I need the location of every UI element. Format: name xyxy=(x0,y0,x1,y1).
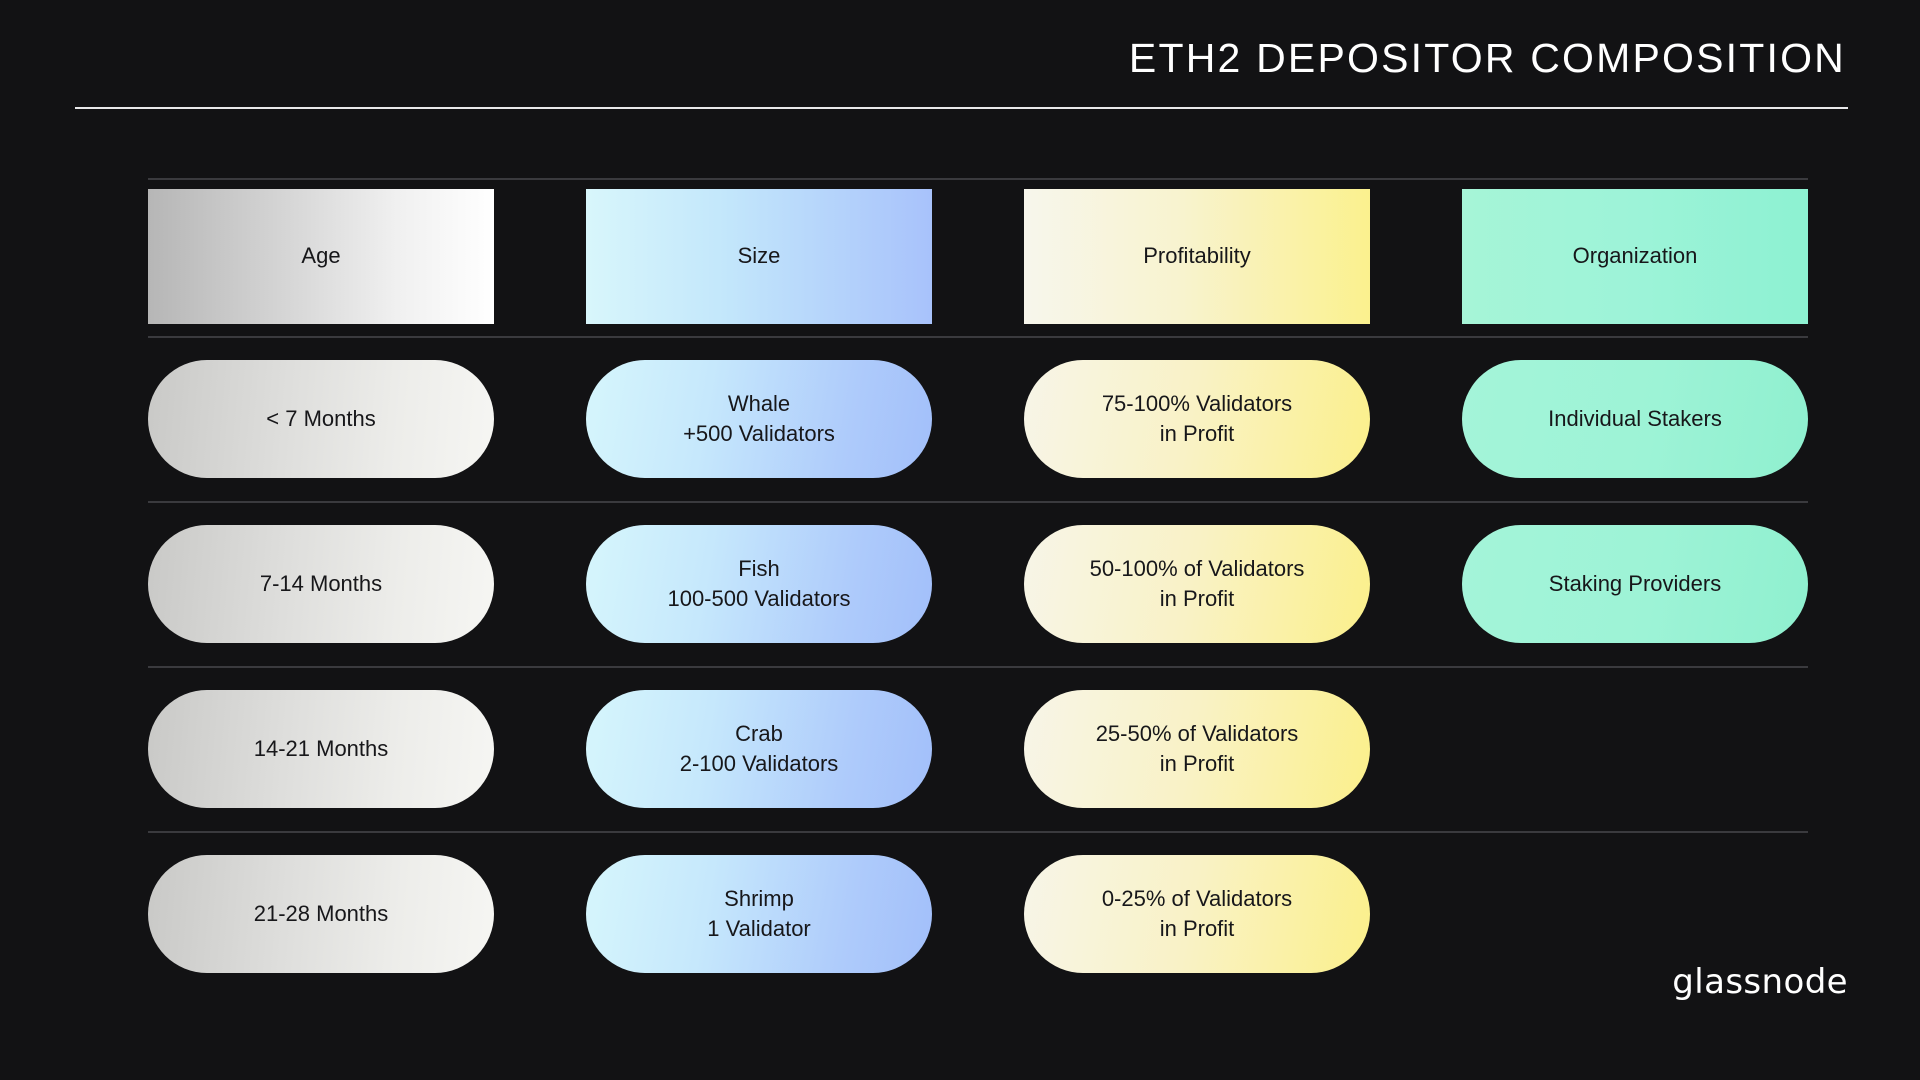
pill-size-2[interactable]: Fish 100-500 Validators xyxy=(586,524,932,643)
cell-size-2: Fish 100-500 Validators xyxy=(586,501,932,666)
cell-age-2: 7-14 Months xyxy=(148,501,494,666)
table-row: < 7 Months Whale +500 Validators 75-100%… xyxy=(148,336,1808,501)
pill-organization-1[interactable]: Individual Stakers xyxy=(1462,359,1808,478)
pill-line: in Profit xyxy=(1159,420,1235,446)
pill-age-3[interactable]: 14-21 Months xyxy=(148,689,494,808)
title-divider xyxy=(75,107,1848,109)
pill-line: +500 Validators xyxy=(683,420,835,446)
pill-line: Fish xyxy=(738,556,780,582)
pill-profitability-1[interactable]: 75-100% Validators in Profit xyxy=(1024,359,1370,478)
pill-line: < 7 Months xyxy=(266,405,376,431)
header-cell-age: Age xyxy=(148,178,494,336)
row-divider xyxy=(148,501,1808,503)
title-block: ETH2 DEPOSITOR COMPOSITION xyxy=(75,38,1848,109)
pill-organization-2[interactable]: Staking Providers xyxy=(1462,524,1808,643)
pill-profitability-2[interactable]: 50-100% of Validators in Profit xyxy=(1024,524,1370,643)
cell-size-1: Whale +500 Validators xyxy=(586,336,932,501)
cell-organization-1: Individual Stakers xyxy=(1462,336,1808,501)
pill-size-3[interactable]: Crab 2-100 Validators xyxy=(586,689,932,808)
pill-line: Whale xyxy=(727,391,791,417)
header-cell-organization: Organization xyxy=(1462,178,1808,336)
pill-line: Shrimp xyxy=(724,886,794,912)
cell-size-3: Crab 2-100 Validators xyxy=(586,666,932,831)
cell-organization-3 xyxy=(1462,666,1808,831)
pill-age-1[interactable]: < 7 Months xyxy=(148,359,494,478)
pill-line: in Profit xyxy=(1159,915,1235,941)
category-header-age[interactable]: Age xyxy=(148,189,494,324)
cell-profitability-3: 25-50% of Validators in Profit xyxy=(1024,666,1370,831)
row-divider xyxy=(148,336,1808,338)
pill-line: 7-14 Months xyxy=(259,570,383,596)
table-row: 7-14 Months Fish 100-500 Validators 50-1… xyxy=(148,501,1808,666)
pill-organization-4-empty xyxy=(1462,855,1808,973)
row-divider xyxy=(148,178,1808,180)
header-cell-profitability: Profitability xyxy=(1024,178,1370,336)
category-header-size[interactable]: Size xyxy=(586,189,932,324)
page-title: ETH2 DEPOSITOR COMPOSITION xyxy=(1128,35,1846,81)
pill-profitability-3[interactable]: 25-50% of Validators in Profit xyxy=(1024,689,1370,808)
cell-profitability-4: 0-25% of Validators in Profit xyxy=(1024,831,1370,996)
table-row: 21-28 Months Shrimp 1 Validator 0-25% of… xyxy=(148,831,1808,996)
pill-profitability-4[interactable]: 0-25% of Validators in Profit xyxy=(1024,854,1370,973)
category-header-row: Age Size Profitability Organization xyxy=(148,178,1808,336)
cell-size-4: Shrimp 1 Validator xyxy=(586,831,932,996)
pill-organization-3-empty xyxy=(1462,690,1808,808)
pill-size-1[interactable]: Whale +500 Validators xyxy=(586,359,932,478)
pill-age-2[interactable]: 7-14 Months xyxy=(148,524,494,643)
pill-line: 50-100% of Validators xyxy=(1089,556,1305,582)
pill-line: 75-100% Validators xyxy=(1101,391,1293,417)
cell-age-3: 14-21 Months xyxy=(148,666,494,831)
glassnode-logo: glassnode xyxy=(1672,962,1848,1002)
pill-line: 1 Validator xyxy=(707,915,811,941)
pill-line: in Profit xyxy=(1159,750,1235,776)
pill-age-4[interactable]: 21-28 Months xyxy=(148,854,494,973)
pill-line: 2-100 Validators xyxy=(679,750,839,776)
pill-line: in Profit xyxy=(1159,585,1235,611)
pill-line: 0-25% of Validators xyxy=(1101,886,1293,912)
pill-line: 100-500 Validators xyxy=(667,585,851,611)
pill-line: 25-50% of Validators xyxy=(1095,721,1299,747)
pill-size-4[interactable]: Shrimp 1 Validator xyxy=(586,854,932,973)
row-divider xyxy=(148,831,1808,833)
table-row: 14-21 Months Crab 2-100 Validators 25-50… xyxy=(148,666,1808,831)
pill-line: Staking Providers xyxy=(1548,570,1722,596)
depositor-composition-matrix: Age Size Profitability Organization < 7 … xyxy=(148,178,1808,996)
cell-age-4: 21-28 Months xyxy=(148,831,494,996)
cell-profitability-2: 50-100% of Validators in Profit xyxy=(1024,501,1370,666)
row-divider xyxy=(148,666,1808,668)
pill-line: 21-28 Months xyxy=(253,900,389,926)
category-header-profitability[interactable]: Profitability xyxy=(1024,189,1370,324)
pill-line: Crab xyxy=(735,721,783,747)
pill-line: Individual Stakers xyxy=(1548,405,1722,431)
cell-organization-2: Staking Providers xyxy=(1462,501,1808,666)
header-cell-size: Size xyxy=(586,178,932,336)
category-header-organization[interactable]: Organization xyxy=(1462,189,1808,324)
pill-line: 14-21 Months xyxy=(253,735,389,761)
cell-age-1: < 7 Months xyxy=(148,336,494,501)
cell-profitability-1: 75-100% Validators in Profit xyxy=(1024,336,1370,501)
